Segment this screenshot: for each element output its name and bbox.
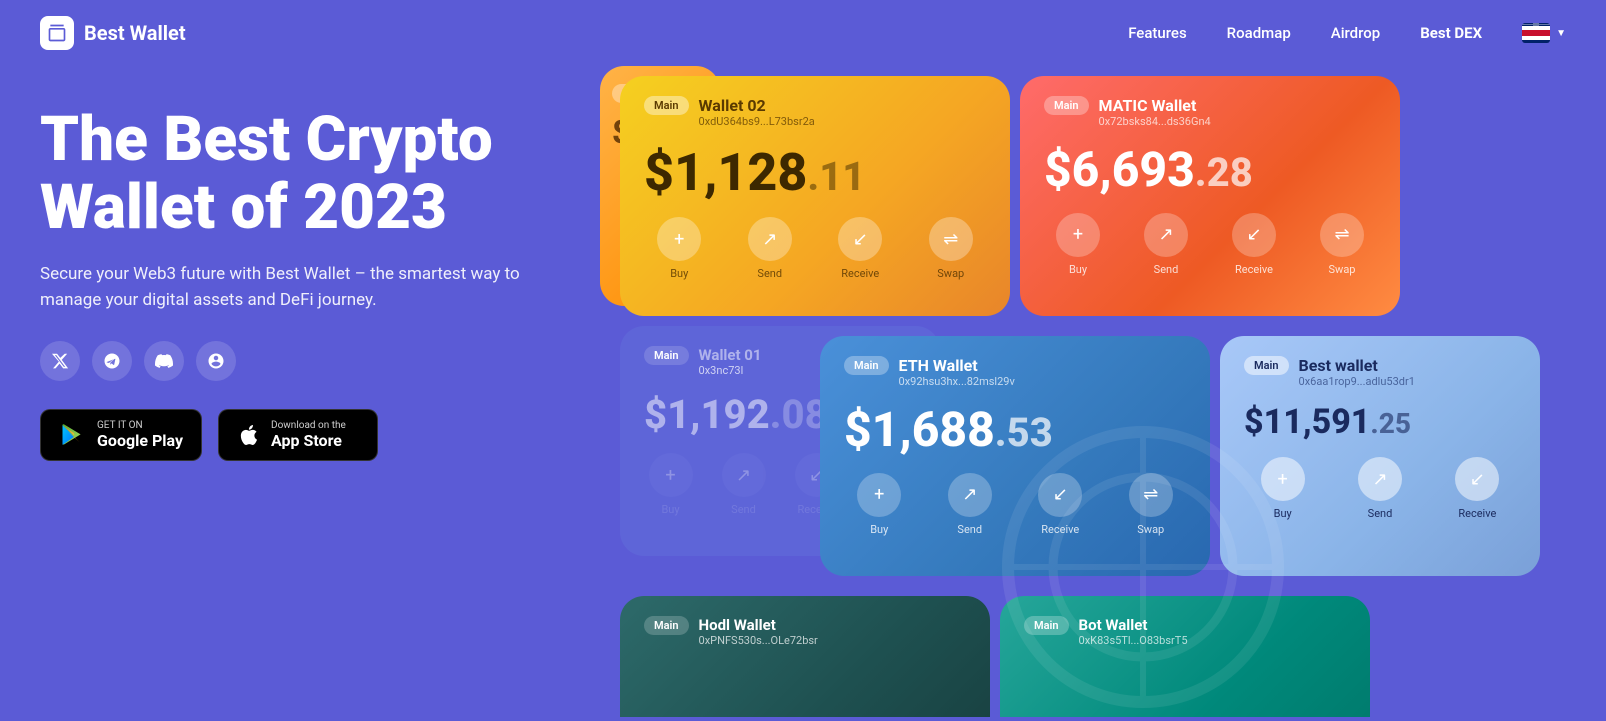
- badge-wallet01: Main: [644, 346, 689, 365]
- wallet01-send: ↗ Send: [722, 453, 766, 516]
- badge-eth: Main: [844, 356, 889, 375]
- action-send[interactable]: ↗ Send: [748, 217, 792, 280]
- wallet-card-matic: Main MATIC Wallet 0x72bsks84...ds36Gn4 $…: [1020, 76, 1400, 316]
- wallet-card-hodl: Main Hodl Wallet 0xPNFS530s...OLe72bsr: [620, 596, 990, 717]
- badge-wallet02: Main: [644, 96, 689, 115]
- nav-roadmap[interactable]: Roadmap: [1227, 24, 1291, 42]
- matic-swap[interactable]: ⇌ Swap: [1320, 213, 1364, 276]
- logo-icon: [40, 16, 74, 50]
- eth-send[interactable]: ↗ Send: [948, 473, 992, 536]
- action-receive[interactable]: ↙ Receive: [838, 217, 882, 280]
- nav-links: Features Roadmap Airdrop Best DEX ▼: [1128, 23, 1566, 43]
- app-buttons: GET IT ON Google Play Download on the Ap…: [40, 409, 600, 461]
- eth-buy[interactable]: + Buy: [857, 473, 901, 536]
- hero-title: The Best Crypto Wallet of 2023: [40, 106, 600, 242]
- wallet02-addr: 0xdU364bs9...L73bsr2a: [699, 115, 986, 128]
- eth-addr: 0x92hsu3hx...82msl29v: [899, 375, 1186, 388]
- wallet02-balance: $1,128.11: [644, 144, 986, 201]
- social-icons: [40, 341, 600, 381]
- social-telegram[interactable]: [92, 341, 132, 381]
- hero-section: The Best Crypto Wallet of 2023 Secure yo…: [0, 66, 1606, 717]
- navbar: Best Wallet Features Roadmap Airdrop Bes…: [0, 0, 1606, 66]
- nav-airdrop[interactable]: Airdrop: [1331, 24, 1380, 42]
- best-name: Best wallet: [1299, 356, 1516, 375]
- wallet01-buy: + Buy: [649, 453, 693, 516]
- matic-addr: 0x72bsks84...ds36Gn4: [1099, 115, 1376, 128]
- nav-features[interactable]: Features: [1128, 24, 1186, 42]
- best-receive[interactable]: ↙ Receive: [1455, 457, 1499, 520]
- matic-balance: $6,693.28: [1044, 144, 1376, 197]
- apple-icon: [237, 423, 261, 447]
- social-x[interactable]: [40, 341, 80, 381]
- action-swap[interactable]: ⇌ Swap: [929, 217, 973, 280]
- social-other[interactable]: [196, 341, 236, 381]
- logo[interactable]: Best Wallet: [40, 16, 186, 50]
- hodl-addr: 0xPNFS530s...OLe72bsr: [699, 634, 966, 647]
- badge-best: Main: [1244, 356, 1289, 375]
- wallet-card-wallet02: Main Wallet 02 0xdU364bs9...L73bsr2a $1,…: [620, 76, 1010, 316]
- social-discord[interactable]: [144, 341, 184, 381]
- google-play-button[interactable]: GET IT ON Google Play: [40, 409, 202, 461]
- matic-buy[interactable]: + Buy: [1056, 213, 1100, 276]
- hero-left: The Best Crypto Wallet of 2023 Secure yo…: [40, 66, 600, 717]
- hero-subtitle: Secure your Web3 future with Best Wallet…: [40, 262, 540, 313]
- badge-matic: Main: [1044, 96, 1089, 115]
- wallet-cards-area: Main Wallet 02 0xdU364bs9...L73bsr2a $1,…: [600, 66, 1566, 717]
- google-play-icon: [59, 421, 87, 449]
- eth-name: ETH Wallet: [899, 356, 1186, 375]
- matic-send[interactable]: ↗ Send: [1144, 213, 1188, 276]
- app-store-text: Download on the App Store: [271, 420, 346, 450]
- lang-dropdown-arrow: ▼: [1556, 28, 1566, 39]
- matic-name: MATIC Wallet: [1099, 96, 1376, 115]
- nav-bestdex[interactable]: Best DEX: [1420, 24, 1482, 42]
- language-selector[interactable]: ▼: [1522, 23, 1566, 43]
- hodl-name: Hodl Wallet: [699, 616, 966, 634]
- badge-hodl: Main: [644, 616, 689, 635]
- google-play-text: GET IT ON Google Play: [97, 420, 183, 450]
- app-store-button[interactable]: Download on the App Store: [218, 409, 378, 461]
- best-send[interactable]: ↗ Send: [1358, 457, 1402, 520]
- best-addr: 0x6aa1rop9...adlu53dr1: [1299, 375, 1516, 388]
- matic-receive[interactable]: ↙ Receive: [1232, 213, 1276, 276]
- wallet02-name: Wallet 02: [699, 96, 986, 115]
- action-buy[interactable]: + Buy: [657, 217, 701, 280]
- logo-text: Best Wallet: [84, 21, 186, 45]
